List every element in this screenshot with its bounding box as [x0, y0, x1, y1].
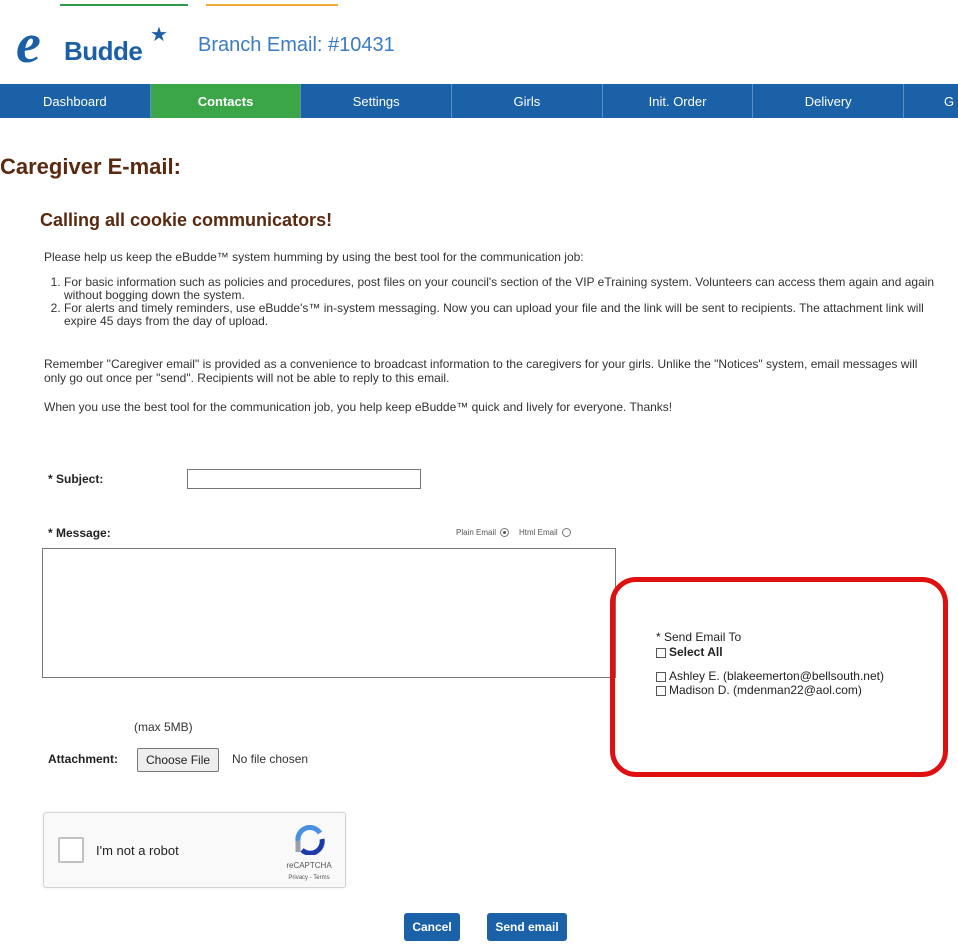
- recipient-label: Madison D. (mdenman22@aol.com): [669, 683, 862, 697]
- nav-delivery[interactable]: Delivery: [753, 84, 905, 118]
- max-size-note: (max 5MB): [134, 720, 193, 734]
- select-all-label: Select All: [669, 645, 723, 659]
- remember-text: Remember "Caregiver email" is provided a…: [44, 357, 918, 385]
- ebudde-logo[interactable]: e Budde ★: [16, 16, 176, 72]
- message-label: * Message:: [48, 526, 111, 540]
- nav-girls[interactable]: Girls: [452, 84, 603, 118]
- choose-file-button[interactable]: Choose File: [137, 748, 220, 772]
- nav-settings[interactable]: Settings: [301, 84, 453, 118]
- recaptcha-brand: reCAPTCHA: [286, 861, 332, 870]
- html-email-radio[interactable]: [561, 528, 571, 537]
- attachment-label: Attachment:: [48, 752, 119, 766]
- recipient-checkbox[interactable]: [656, 671, 666, 682]
- logo-e-mark: e: [16, 13, 41, 75]
- message-textarea[interactable]: [42, 548, 616, 678]
- page-title: Caregiver E-mail:: [0, 154, 181, 179]
- recipient-label: Ashley E. (blakeemerton@bellsouth.net): [669, 669, 884, 683]
- nav-init-order[interactable]: Init. Order: [603, 84, 754, 118]
- subject-label: * Subject:: [48, 472, 104, 486]
- recaptcha-icon: [295, 825, 325, 855]
- recaptcha-widget: I'm not a robot reCAPTCHA Privacy - Term…: [43, 812, 346, 888]
- send-email-button[interactable]: Send email: [487, 913, 567, 941]
- recaptcha-links[interactable]: Privacy - Terms: [274, 875, 344, 881]
- nav-more[interactable]: G: [904, 84, 958, 118]
- plain-email-label: Plain Email: [456, 528, 497, 537]
- green-tab-line: [60, 4, 188, 6]
- subject-input[interactable]: [187, 469, 421, 489]
- branch-label: Branch Email: #10431: [198, 34, 395, 56]
- plain-email-radio[interactable]: [500, 528, 510, 537]
- guidance-item: For basic information such as policies a…: [64, 276, 944, 302]
- no-file-text: No file chosen: [232, 752, 309, 766]
- recaptcha-label: I'm not a robot: [96, 843, 179, 858]
- select-all-checkbox[interactable]: [656, 647, 666, 658]
- cancel-button[interactable]: Cancel: [404, 913, 460, 941]
- closing-text: When you use the best tool for the commu…: [44, 400, 673, 414]
- send-email-to-title: * Send Email To: [656, 630, 742, 644]
- nav-dashboard[interactable]: Dashboard: [0, 84, 151, 118]
- recipient-row[interactable]: Ashley E. (blakeemerton@bellsouth.net): [656, 669, 884, 683]
- intro-text: Please help us keep the eBudde™ system h…: [44, 250, 584, 264]
- select-all-row[interactable]: Select All: [656, 645, 884, 659]
- send-email-to-section: * Send Email To Select All Ashley E. (bl…: [656, 630, 884, 697]
- orange-tab-line: [206, 4, 338, 6]
- section-heading: Calling all cookie communicators!: [40, 210, 333, 230]
- nav-contacts[interactable]: Contacts: [150, 84, 302, 118]
- guidance-item: For alerts and timely reminders, use eBu…: [64, 302, 944, 328]
- star-icon: ★: [150, 24, 168, 46]
- recaptcha-checkbox[interactable]: [58, 837, 84, 863]
- html-email-label: Html Email: [519, 528, 558, 537]
- logo-text: Budde: [64, 36, 143, 66]
- recipient-checkbox[interactable]: [656, 685, 666, 696]
- recipient-row[interactable]: Madison D. (mdenman22@aol.com): [656, 683, 884, 697]
- main-nav: Dashboard Contacts Settings Girls Init. …: [0, 84, 958, 118]
- email-type-options: Plain Email Html Email: [456, 528, 571, 537]
- guidance-list: For basic information such as policies a…: [44, 276, 944, 328]
